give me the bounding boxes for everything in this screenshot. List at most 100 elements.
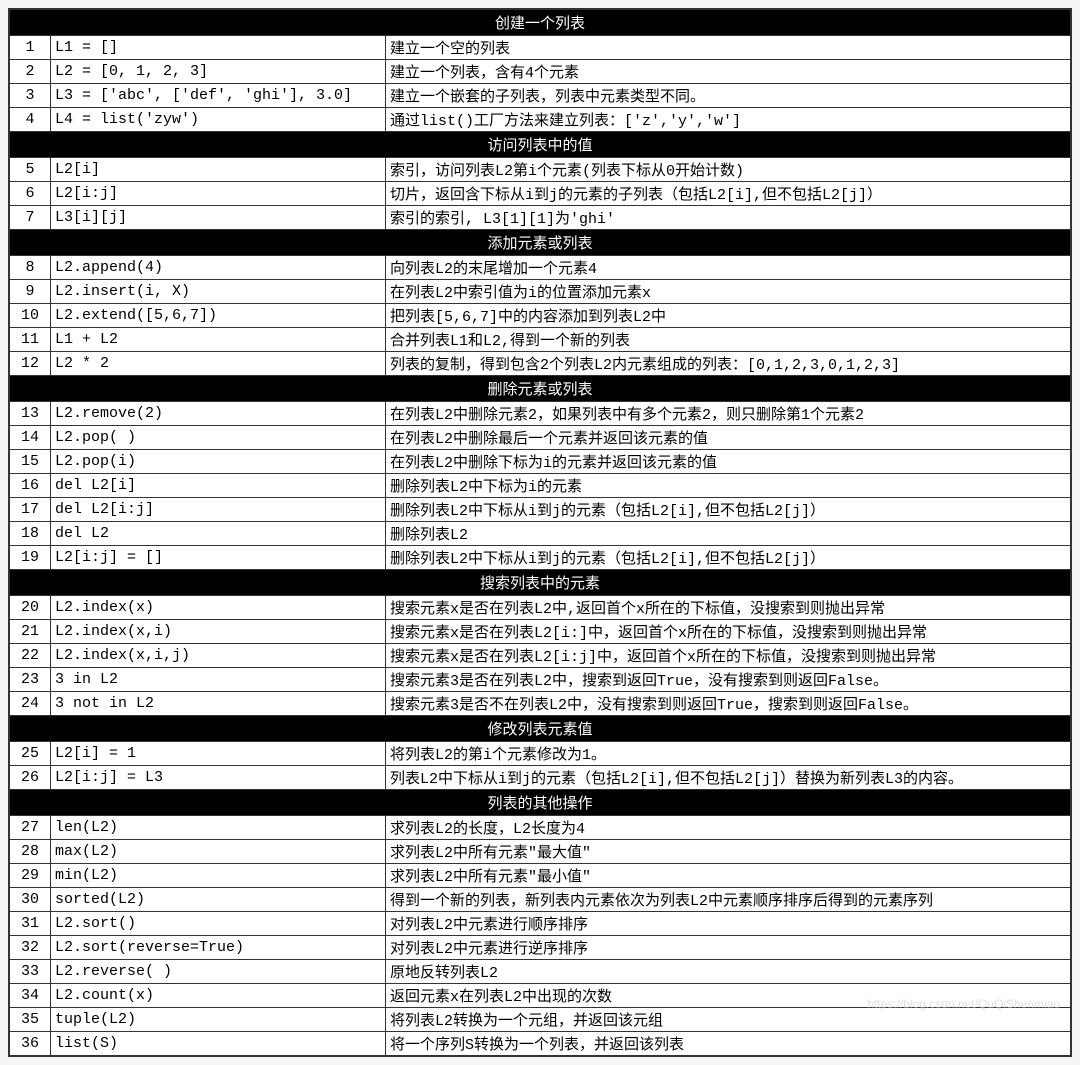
section-title: 创建一个列表 (9, 9, 1071, 36)
row-code: max(L2) (51, 840, 386, 864)
row-description: 求列表L2中所有元素"最大值" (386, 840, 1072, 864)
row-description: 原地反转列表L2 (386, 960, 1072, 984)
row-code: del L2[i:j] (51, 498, 386, 522)
table-row: 10L2.extend([5,6,7])把列表[5,6,7]中的内容添加到列表L… (9, 304, 1071, 328)
row-description: 将列表L2转换为一个元组，并返回该元组 (386, 1008, 1072, 1032)
row-code: L2[i:j] = L3 (51, 766, 386, 790)
row-number: 1 (9, 36, 51, 60)
row-number: 6 (9, 182, 51, 206)
watermark-text: https://blog.csdn.net/QuQiShenmiao (867, 997, 1060, 1011)
table-row: 20L2.index(x)搜索元素x是否在列表L2中,返回首个x所在的下标值，没… (9, 596, 1071, 620)
row-description: 在列表L2中删除下标为i的元素并返回该元素的值 (386, 450, 1072, 474)
table-row: 30sorted(L2)得到一个新的列表，新列表内元素依次为列表L2中元素顺序排… (9, 888, 1071, 912)
row-code: L2.reverse( ) (51, 960, 386, 984)
row-description: 删除列表L2中下标从i到j的元素（包括L2[i],但不包括L2[j]） (386, 498, 1072, 522)
row-description: 删除列表L2中下标从i到j的元素（包括L2[i],但不包括L2[j]） (386, 546, 1072, 570)
table-row: 35tuple(L2)将列表L2转换为一个元组，并返回该元组 (9, 1008, 1071, 1032)
row-number: 22 (9, 644, 51, 668)
row-code: L3 = ['abc', ['def', 'ghi'], 3.0] (51, 84, 386, 108)
table-row: 19L2[i:j] = []删除列表L2中下标从i到j的元素（包括L2[i],但… (9, 546, 1071, 570)
row-description: 在列表L2中索引值为i的位置添加元素x (386, 280, 1072, 304)
row-code: L2.pop( ) (51, 426, 386, 450)
row-description: 建立一个嵌套的子列表，列表中元素类型不同。 (386, 84, 1072, 108)
row-description: 将列表L2的第i个元素修改为1。 (386, 742, 1072, 766)
row-code: del L2 (51, 522, 386, 546)
row-code: del L2[i] (51, 474, 386, 498)
table-row: 17del L2[i:j]删除列表L2中下标从i到j的元素（包括L2[i],但不… (9, 498, 1071, 522)
row-number: 13 (9, 402, 51, 426)
row-number: 4 (9, 108, 51, 132)
row-number: 31 (9, 912, 51, 936)
table-row: 11L1 + L2合并列表L1和L2,得到一个新的列表 (9, 328, 1071, 352)
row-number: 25 (9, 742, 51, 766)
table-row: 21L2.index(x,i)搜索元素x是否在列表L2[i:]中，返回首个x所在… (9, 620, 1071, 644)
row-code: L2.count(x) (51, 984, 386, 1008)
row-description: 列表L2中下标从i到j的元素（包括L2[i],但不包括L2[j]）替换为新列表L… (386, 766, 1072, 790)
row-code: tuple(L2) (51, 1008, 386, 1032)
table-row: 2L2 = [0, 1, 2, 3]建立一个列表，含有4个元素 (9, 60, 1071, 84)
row-description: 切片，返回含下标从i到j的元素的子列表（包括L2[i],但不包括L2[j]） (386, 182, 1072, 206)
row-code: L2.extend([5,6,7]) (51, 304, 386, 328)
row-code: L2.index(x,i) (51, 620, 386, 644)
row-code: L2.sort() (51, 912, 386, 936)
row-number: 36 (9, 1032, 51, 1057)
row-description: 索引的索引, L3[1][1]为'ghi' (386, 206, 1072, 230)
row-number: 3 (9, 84, 51, 108)
table-row: 4L4 = list('zyw')通过list()工厂方法来建立列表：['z',… (9, 108, 1071, 132)
row-code: L2.append(4) (51, 256, 386, 280)
table-row: 15L2.pop(i)在列表L2中删除下标为i的元素并返回该元素的值 (9, 450, 1071, 474)
table-row: 27len(L2)求列表L2的长度，L2长度为4 (9, 816, 1071, 840)
section-title: 列表的其他操作 (9, 790, 1071, 816)
row-number: 21 (9, 620, 51, 644)
table-row: 1L1 = []建立一个空的列表 (9, 36, 1071, 60)
row-description: 求列表L2中所有元素"最小值" (386, 864, 1072, 888)
row-description: 将一个序列S转换为一个列表，并返回该列表 (386, 1032, 1072, 1057)
row-number: 7 (9, 206, 51, 230)
row-number: 15 (9, 450, 51, 474)
table-row: 31L2.sort()对列表L2中元素进行顺序排序 (9, 912, 1071, 936)
row-number: 24 (9, 692, 51, 716)
table-row: 6L2[i:j]切片，返回含下标从i到j的元素的子列表（包括L2[i],但不包括… (9, 182, 1071, 206)
row-number: 29 (9, 864, 51, 888)
row-code: L2.insert(i, X) (51, 280, 386, 304)
table-row: 5L2[i]索引，访问列表L2第i个元素(列表下标从0开始计数) (9, 158, 1071, 182)
row-code: sorted(L2) (51, 888, 386, 912)
row-number: 16 (9, 474, 51, 498)
section-title: 删除元素或列表 (9, 376, 1071, 402)
section-title: 添加元素或列表 (9, 230, 1071, 256)
row-code: L2.remove(2) (51, 402, 386, 426)
row-description: 得到一个新的列表，新列表内元素依次为列表L2中元素顺序排序后得到的元素序列 (386, 888, 1072, 912)
table-row: 22L2.index(x,i,j)搜索元素x是否在列表L2[i:j]中，返回首个… (9, 644, 1071, 668)
table-row: 29min(L2)求列表L2中所有元素"最小值" (9, 864, 1071, 888)
table-row: 33L2.reverse( )原地反转列表L2 (9, 960, 1071, 984)
row-number: 28 (9, 840, 51, 864)
row-code: L2.index(x) (51, 596, 386, 620)
table-row: 28max(L2)求列表L2中所有元素"最大值" (9, 840, 1071, 864)
row-code: L2 = [0, 1, 2, 3] (51, 60, 386, 84)
row-description: 在列表L2中删除元素2，如果列表中有多个元素2，则只删除第1个元素2 (386, 402, 1072, 426)
row-code: L2 * 2 (51, 352, 386, 376)
table-row: 9L2.insert(i, X)在列表L2中索引值为i的位置添加元素x (9, 280, 1071, 304)
row-number: 32 (9, 936, 51, 960)
table-row: 13L2.remove(2)在列表L2中删除元素2，如果列表中有多个元素2，则只… (9, 402, 1071, 426)
row-number: 35 (9, 1008, 51, 1032)
row-description: 通过list()工厂方法来建立列表：['z','y','w'] (386, 108, 1072, 132)
row-description: 搜索元素3是否不在列表L2中，没有搜索到则返回True，搜索到则返回False。 (386, 692, 1072, 716)
row-number: 18 (9, 522, 51, 546)
row-description: 向列表L2的末尾增加一个元素4 (386, 256, 1072, 280)
row-description: 搜索元素x是否在列表L2[i:]中，返回首个x所在的下标值，没搜索到则抛出异常 (386, 620, 1072, 644)
row-code: L2[i] = 1 (51, 742, 386, 766)
section-header: 搜索列表中的元素 (9, 570, 1071, 596)
table-row: 18del L2删除列表L2 (9, 522, 1071, 546)
row-code: min(L2) (51, 864, 386, 888)
row-number: 19 (9, 546, 51, 570)
row-code: 3 not in L2 (51, 692, 386, 716)
table-row: 7L3[i][j]索引的索引, L3[1][1]为'ghi' (9, 206, 1071, 230)
section-header: 访问列表中的值 (9, 132, 1071, 158)
row-code: L2.index(x,i,j) (51, 644, 386, 668)
row-code: 3 in L2 (51, 668, 386, 692)
row-code: L2[i:j] = [] (51, 546, 386, 570)
row-code: L2[i:j] (51, 182, 386, 206)
row-number: 20 (9, 596, 51, 620)
table-row: 3L3 = ['abc', ['def', 'ghi'], 3.0]建立一个嵌套… (9, 84, 1071, 108)
